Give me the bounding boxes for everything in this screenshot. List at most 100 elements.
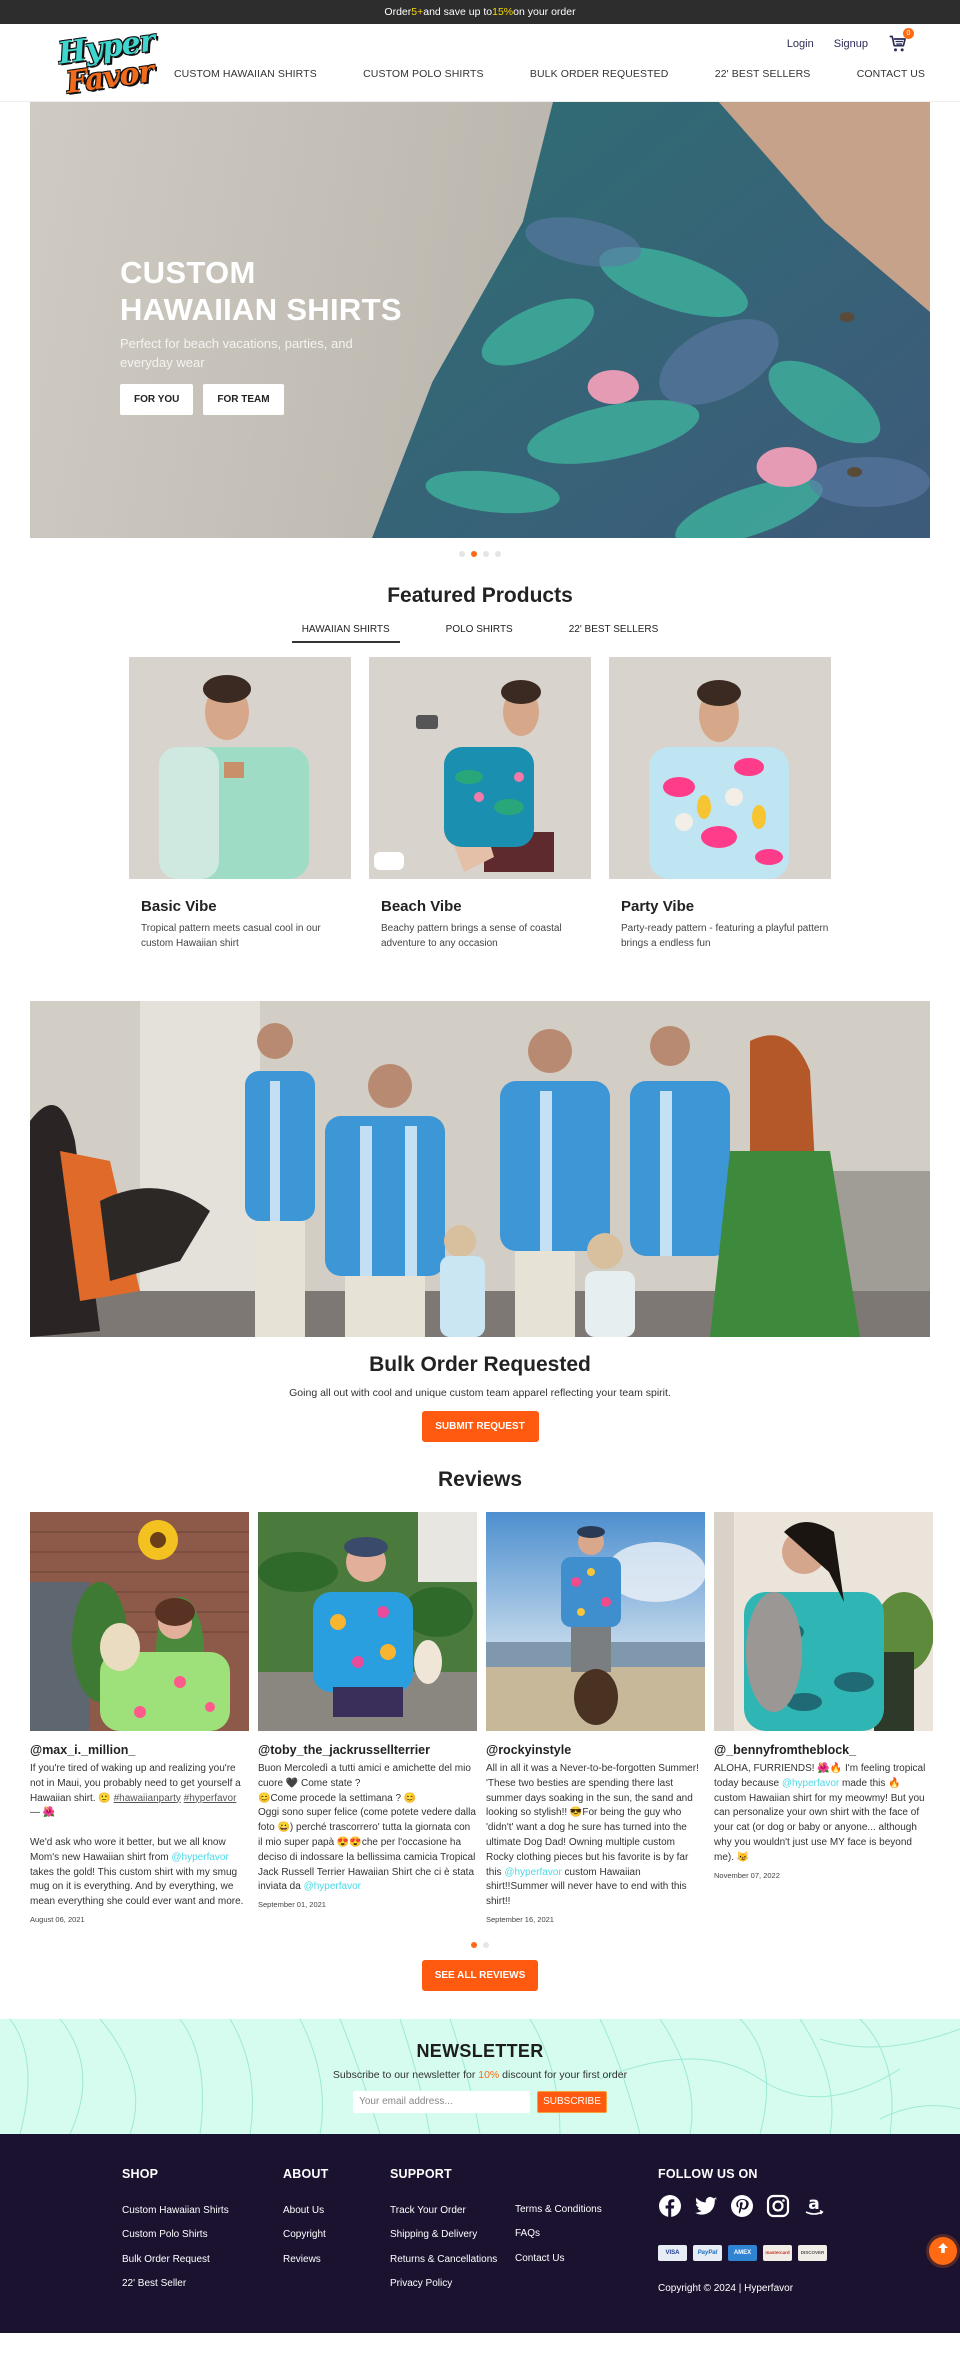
footer-support-column-2: Terms & Conditions FAQs Contact Us [515, 2198, 602, 2272]
reviews-dot-active[interactable] [471, 1941, 477, 1948]
product-image[interactable] [129, 657, 351, 879]
tab-best-sellers[interactable]: 22' BEST SELLERS [559, 622, 669, 643]
social-links: a [658, 2194, 827, 2223]
review-image[interactable] [30, 1512, 249, 1731]
footer-link-custom-hawaiian-shirts[interactable]: Custom Hawaiian Shirts [122, 2205, 229, 2216]
review-image[interactable] [714, 1512, 934, 1731]
mention-link[interactable]: @hyperfavor [171, 1852, 228, 1863]
review-date: September 01, 2021 [258, 1900, 326, 1910]
mention-link[interactable]: @hyperfavor [504, 1867, 561, 1878]
footer-link-about-us[interactable]: About Us [283, 2205, 324, 2216]
twitter-icon [694, 2194, 718, 2218]
footer-link-reviews[interactable]: Reviews [283, 2254, 321, 2265]
footer-link-terms-conditions[interactable]: Terms & Conditions [515, 2204, 602, 2215]
carousel-dot[interactable] [495, 551, 501, 557]
submit-request-button[interactable]: SUBMIT REQUEST [421, 1411, 539, 1442]
mention-link[interactable]: @hyperfavor [304, 1881, 361, 1892]
instagram-link[interactable] [766, 2194, 790, 2223]
footer-link-custom-polo-shirts[interactable]: Custom Polo Shirts [122, 2229, 208, 2240]
login-link[interactable]: Login [787, 38, 814, 50]
hero-subtitle: Perfect for beach vacations, parties, an… [120, 336, 353, 370]
cart-icon [888, 35, 908, 57]
product-grid: Basic Vibe Tropical pattern meets casual… [0, 657, 960, 951]
nav-best-sellers[interactable]: 22' BEST SELLERS [715, 68, 811, 80]
footer-link-faqs[interactable]: FAQs [515, 2228, 540, 2239]
tab-hawaiian-shirts[interactable]: HAWAIIAN SHIRTS [291, 622, 400, 643]
scroll-to-top-button[interactable] [929, 2236, 957, 2265]
footer-support-heading: SUPPORT [390, 2166, 452, 2181]
review-image[interactable] [486, 1512, 706, 1731]
product-image[interactable] [369, 657, 591, 879]
pinterest-link[interactable] [730, 2194, 754, 2223]
cart-count-badge: 0 [903, 28, 914, 39]
carousel-dot[interactable] [483, 551, 489, 557]
review-date: August 06, 2021 [30, 1914, 85, 1924]
site-footer: SHOP Custom Hawaiian Shirts Custom Polo … [0, 2133, 960, 2333]
review-text: All in all it was a Never-to-be-forgotte… [486, 1762, 705, 1910]
footer-link-bulk-order-request[interactable]: Bulk Order Request [122, 2254, 210, 2265]
footer-link-shipping-delivery[interactable]: Shipping & Delivery [390, 2229, 477, 2240]
carousel-dot[interactable] [459, 551, 465, 557]
mention-link[interactable]: @hyperfavor [782, 1778, 839, 1789]
reviews-dot[interactable] [483, 1941, 489, 1948]
logo[interactable]: Hyper Favor [52, 23, 157, 100]
for-team-button[interactable]: FOR TEAM [203, 384, 284, 415]
product-card[interactable]: Basic Vibe Tropical pattern meets casual… [129, 657, 351, 951]
reviews-title: Reviews [437, 1468, 523, 1491]
footer-link-track-your-order[interactable]: Track Your Order [390, 2205, 466, 2216]
footer-about-column: ABOUT About Us Copyright Reviews [283, 2167, 328, 2273]
featured-products-title: Featured Products [387, 584, 573, 607]
see-all-reviews-button[interactable]: SEE ALL REVIEWS [422, 1959, 538, 1991]
hashtag-link[interactable]: #hawaiianparty [114, 1793, 181, 1804]
facebook-link[interactable] [658, 2194, 682, 2223]
review-text-part: made this 🔥 custom Hawaiian shirt for my… [714, 1777, 925, 1863]
review-username[interactable]: @toby_the_jackrussellterrier [258, 1743, 477, 1757]
email-input[interactable] [353, 2090, 531, 2113]
footer-support-column: SUPPORT Track Your Order Shipping & Deli… [390, 2167, 497, 2297]
hero-title-line-2: HAWAIIAN SHIRTS [120, 292, 402, 327]
nav-bulk-order-requested[interactable]: BULK ORDER REQUESTED [530, 68, 669, 80]
product-card[interactable]: Beach Vibe Beachy pattern brings a sense… [369, 657, 591, 951]
review-username[interactable]: @rockyinstyle [486, 1743, 705, 1757]
product-description: Tropical pattern meets casual cool in ou… [141, 923, 321, 949]
newsletter-title: NEWSLETTER [416, 2040, 544, 2061]
visa-icon: VISA [658, 2244, 687, 2261]
product-description: Beachy pattern brings a sense of coastal… [381, 923, 562, 949]
newsletter-sub-prefix: Subscribe to our newsletter for [332, 2068, 479, 2081]
nav-custom-hawaiian-shirts[interactable]: CUSTOM HAWAIIAN SHIRTS [174, 68, 317, 80]
team-photo [30, 1001, 930, 1337]
review-image[interactable] [258, 1512, 477, 1731]
footer-about-heading: ABOUT [283, 2166, 329, 2181]
product-name[interactable]: Basic Vibe [129, 898, 351, 915]
footer-shop-column: SHOP Custom Hawaiian Shirts Custom Polo … [122, 2167, 229, 2297]
for-you-button[interactable]: FOR YOU [120, 384, 194, 415]
bulk-order-image [30, 1001, 930, 1337]
review-date: November 07, 2022 [714, 1870, 780, 1880]
subscribe-button[interactable]: SUBSCRIBE [537, 2090, 607, 2113]
product-image[interactable] [609, 657, 831, 879]
product-name[interactable]: Beach Vibe [369, 898, 591, 915]
amazon-link[interactable]: a [802, 2194, 826, 2223]
product-description: Party-ready pattern - featuring a playfu… [621, 923, 829, 949]
signup-link[interactable]: Signup [834, 38, 868, 50]
nav-contact-us[interactable]: CONTACT US [857, 68, 925, 80]
hero-shirt-image [372, 102, 930, 538]
tab-polo-shirts[interactable]: POLO SHIRTS [436, 622, 523, 643]
footer-link-best-seller[interactable]: 22' Best Seller [122, 2278, 186, 2289]
footer-link-returns-cancellations[interactable]: Returns & Cancellations [390, 2254, 497, 2265]
cart-button[interactable]: 0 [888, 28, 914, 57]
carousel-dot-active[interactable] [471, 551, 477, 557]
review-text-part: All in all it was a Never-to-be-forgotte… [486, 1763, 699, 1878]
hashtag-link[interactable]: #hyperfavor [184, 1793, 237, 1804]
footer-link-copyright[interactable]: Copyright [283, 2229, 326, 2240]
review-card: @_bennyfromtheblock_ ALOHA, FURRIENDS! 🌺… [714, 1512, 934, 1924]
product-card[interactable]: Party Vibe Party-ready pattern - featuri… [609, 657, 831, 951]
nav-custom-polo-shirts[interactable]: CUSTOM POLO SHIRTS [363, 68, 483, 80]
review-username[interactable]: @max_i._million_ [30, 1743, 249, 1757]
footer-link-contact-us[interactable]: Contact Us [515, 2253, 564, 2264]
product-name[interactable]: Party Vibe [609, 898, 831, 915]
review-username[interactable]: @_bennyfromtheblock_ [714, 1743, 933, 1757]
review-date: September 16, 2021 [486, 1914, 554, 1924]
footer-link-privacy-policy[interactable]: Privacy Policy [390, 2278, 452, 2289]
twitter-link[interactable] [694, 2194, 718, 2223]
